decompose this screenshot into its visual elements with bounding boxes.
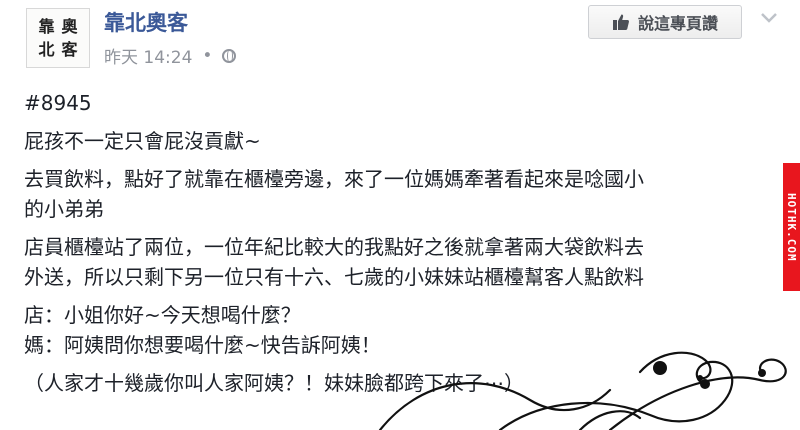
post-line: 外送，所以只剩下另一位只有十六、七歲的小妹妹站櫃檯幫客人點飲料 bbox=[24, 265, 644, 289]
page-name-link[interactable]: 靠北奧客 bbox=[104, 7, 188, 37]
avatar-char: 北 bbox=[38, 39, 55, 59]
like-page-label: 說這專頁讚 bbox=[637, 14, 718, 33]
watermark-label: HOTHK.COM bbox=[783, 163, 800, 291]
post-line: （人家才十幾歲你叫人家阿姨？！妹妹臉都跨下來了⋯） bbox=[24, 371, 524, 395]
globe-icon[interactable] bbox=[222, 48, 237, 63]
post-line: 去買飲料，點好了就靠在櫃檯旁邊，來了一位媽媽牽著看起來是唸國小 bbox=[24, 167, 644, 191]
thumb-icon bbox=[612, 14, 629, 30]
page-avatar[interactable]: 靠 奧 北 客 bbox=[26, 8, 90, 68]
post-line: 的小弟弟 bbox=[24, 197, 104, 221]
post-line: #8945 bbox=[24, 91, 92, 115]
avatar-char: 靠 bbox=[38, 16, 55, 36]
post-line: 媽：阿姨問你想要喝什麼~快告訴阿姨！ bbox=[24, 333, 381, 357]
post-meta: 昨天 14:24 • bbox=[104, 43, 237, 68]
like-page-button[interactable]: 說這專頁讚 bbox=[588, 5, 742, 39]
avatar-char: 奧 bbox=[61, 16, 78, 36]
chevron-down-icon[interactable] bbox=[760, 12, 778, 24]
meta-separator: • bbox=[202, 45, 213, 66]
post-body: #8945 屁孩不一定只會屁沒貢獻~ 去買飲料，點好了就靠在櫃檯旁邊，來了一位媽… bbox=[24, 88, 784, 398]
post-line: 店員櫃檯站了兩位，一位年紀比較大的我點好之後就拿著兩大袋飲料去 bbox=[24, 235, 644, 259]
avatar-char: 客 bbox=[61, 39, 78, 59]
post-timestamp[interactable]: 昨天 14:24 bbox=[104, 43, 192, 68]
post-line: 店：小姐你好~今天想喝什麼？ bbox=[24, 303, 301, 327]
post-line: 屁孩不一定只會屁沒貢獻~ bbox=[24, 129, 261, 153]
